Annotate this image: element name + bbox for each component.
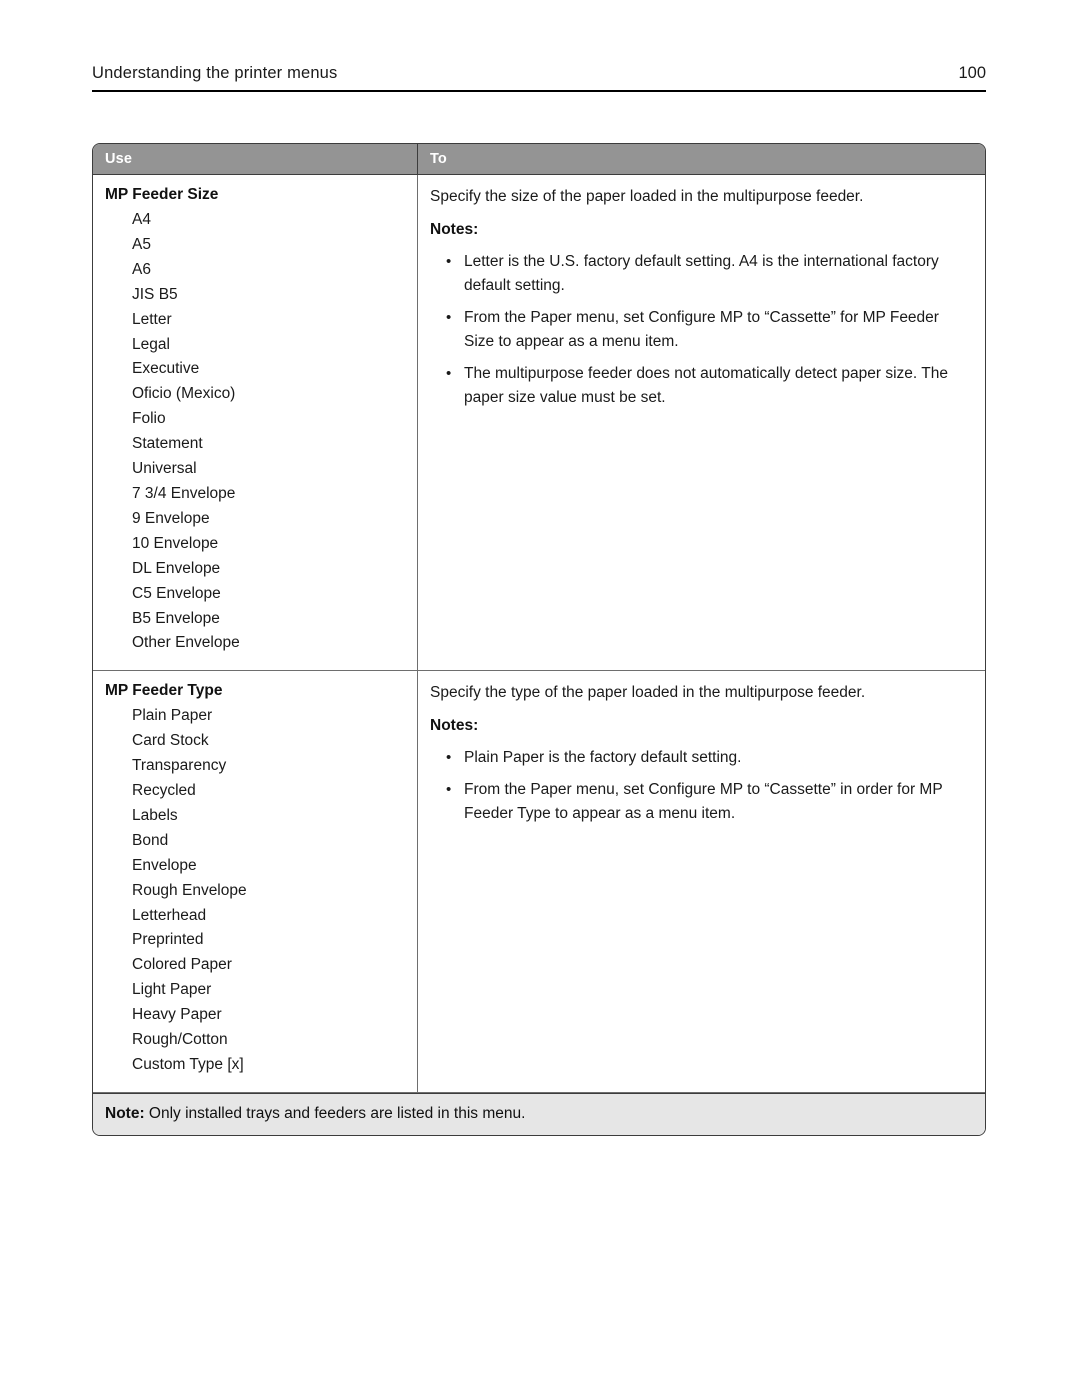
list-item: A6 — [132, 260, 151, 278]
running-header: Understanding the printer menus 100 — [92, 64, 986, 92]
column-header-use: Use — [93, 144, 418, 174]
note-item: • From the Paper menu, set Configure MP … — [430, 778, 971, 826]
option-list: A4 A5 A6 JIS B5 Letter Legal Executive O… — [105, 208, 405, 656]
setting-description: Specify the type of the paper loaded in … — [430, 684, 866, 702]
table-row: MP Feeder Size A4 A5 A6 JIS B5 Letter Le… — [93, 175, 985, 672]
bullet-icon: • — [446, 309, 452, 326]
list-item: Legal — [132, 335, 170, 353]
list-item: Transparency — [132, 757, 227, 775]
bullet-icon: • — [446, 365, 452, 382]
note-text: Plain Paper is the factory default setti… — [464, 749, 742, 767]
list-item: Bond — [132, 831, 169, 849]
note-item: • Plain Paper is the factory default set… — [430, 746, 971, 770]
list-item: 7 3/4 Envelope — [132, 484, 236, 502]
list-item: Labels — [132, 806, 178, 824]
option-list: Plain Paper Card Stock Transparency Recy… — [105, 704, 405, 1078]
note-prefix: Note: — [105, 1104, 145, 1122]
note-text: From the Paper menu, set Configure MP to… — [464, 781, 943, 823]
list-item: Custom Type [x] — [132, 1056, 244, 1073]
list-item: Recycled — [132, 782, 196, 800]
table-footer-note: Note: Only installed trays and feeders a… — [93, 1092, 985, 1135]
cell-use: MP Feeder Size A4 A5 A6 JIS B5 Letter Le… — [93, 175, 418, 671]
list-item: Folio — [132, 410, 166, 428]
setting-description: Specify the size of the paper loaded in … — [430, 188, 864, 205]
list-item: Envelope — [132, 856, 197, 874]
bullet-icon: • — [446, 749, 452, 767]
list-item: Heavy Paper — [132, 1006, 222, 1024]
column-header-to: To — [430, 151, 447, 167]
list-item: Rough Envelope — [132, 881, 247, 899]
header-title: Understanding the printer menus — [92, 64, 338, 82]
list-item: Letter — [132, 310, 172, 328]
list-item: Executive — [132, 360, 200, 378]
notes-list: • Letter is the U.S. factory default set… — [430, 250, 971, 410]
list-item: Preprinted — [132, 931, 204, 949]
note-item: • From the Paper menu, set Configure MP … — [430, 306, 971, 354]
page-number: 100 — [958, 64, 986, 82]
list-item: Light Paper — [132, 981, 212, 999]
cell-to: Specify the size of the paper loaded in … — [418, 175, 985, 670]
list-item: Card Stock — [132, 732, 209, 750]
list-item: Universal — [132, 460, 197, 478]
list-item: Plain Paper — [132, 707, 213, 725]
list-item: A5 — [132, 235, 151, 253]
notes-label: Notes: — [430, 221, 479, 238]
notes-label: Notes: — [430, 717, 479, 735]
note-text: Only installed trays and feeders are lis… — [144, 1104, 526, 1122]
document-page: Understanding the printer menus 100 Use … — [0, 0, 1080, 1397]
list-item: 10 Envelope — [132, 534, 219, 552]
table-header-row: Use To — [93, 144, 985, 175]
note-item: • The multipurpose feeder does not autom… — [430, 362, 971, 410]
list-item: Rough/Cotton — [132, 1031, 228, 1049]
list-item: Oficio (Mexico) — [132, 385, 236, 403]
list-item: A4 — [132, 211, 151, 228]
list-item: C5 Envelope — [132, 584, 221, 602]
note-text: The multipurpose feeder does not automat… — [464, 365, 948, 406]
note-text: Letter is the U.S. factory default setti… — [464, 253, 939, 294]
table-row: MP Feeder Type Plain Paper Card Stock Tr… — [93, 671, 985, 1093]
note-text: From the Paper menu, set Configure MP to… — [464, 309, 939, 350]
list-item: Letterhead — [132, 906, 207, 924]
notes-list: • Plain Paper is the factory default set… — [430, 746, 971, 826]
setting-name: MP Feeder Type — [105, 682, 223, 700]
list-item: Other Envelope — [132, 634, 240, 652]
list-item: Statement — [132, 435, 203, 453]
bullet-icon: • — [446, 253, 452, 270]
bullet-icon: • — [446, 781, 452, 799]
list-item: 9 Envelope — [132, 509, 210, 527]
list-item: Colored Paper — [132, 956, 232, 974]
note-item: • Letter is the U.S. factory default set… — [430, 250, 971, 298]
cell-use: MP Feeder Type Plain Paper Card Stock Tr… — [93, 671, 418, 1092]
cell-to: Specify the type of the paper loaded in … — [418, 671, 985, 1092]
list-item: B5 Envelope — [132, 609, 220, 627]
setting-name: MP Feeder Size — [105, 186, 219, 203]
printer-menu-table: Use To MP Feeder Size A4 A5 A6 JIS B5 Le… — [92, 143, 986, 1136]
list-item: DL Envelope — [132, 559, 221, 577]
list-item: JIS B5 — [132, 285, 178, 303]
